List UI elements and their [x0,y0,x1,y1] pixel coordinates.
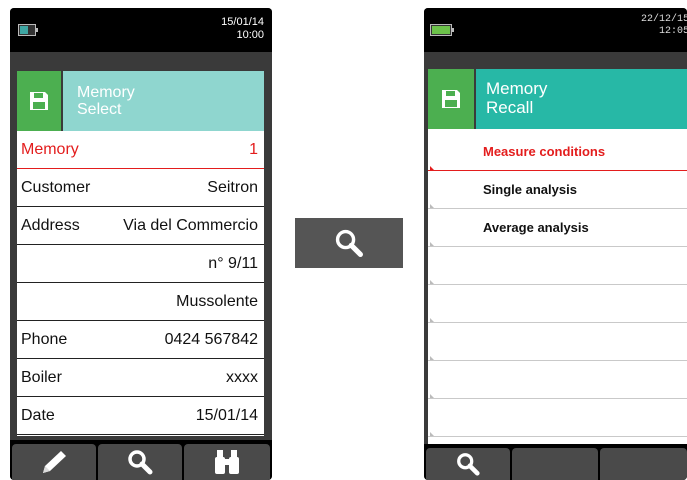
menu-item-single-analysis[interactable]: Single analysis [428,171,687,209]
field-memory[interactable]: Memory 1 [17,131,264,169]
footer-toolbar [424,444,687,480]
list-item-empty [428,361,687,399]
page-title: Memory Recall [476,69,687,129]
field-label: Phone [21,331,68,348]
field-value: Mussolente [176,293,258,310]
field-label: Memory [21,141,79,158]
field-value: 15/01/14 [195,407,258,424]
field-date[interactable]: Date 15/01/14 [17,397,264,435]
menu-item-label: Single analysis [483,182,577,197]
footer-button-empty[interactable] [600,448,687,480]
page-header: Memory Select [17,71,264,131]
datetime: 22/12/15 12:05 [640,14,687,37]
datetime: 15/01/14 10:00 [221,16,264,41]
edit-button[interactable] [12,444,96,480]
status-bar: 15/01/14 10:00 [10,8,272,52]
save-icon [17,71,61,131]
field-value: Seitron [207,179,258,196]
save-icon [428,69,474,129]
find-button[interactable] [184,444,270,480]
list-item-empty [428,285,687,323]
field-boiler[interactable]: Boiler xxxx [17,359,264,397]
menu-item-label: Average analysis [483,220,589,235]
field-phone[interactable]: Phone 0424 567842 [17,321,264,359]
field-value: 0424 567842 [164,331,258,348]
field-address[interactable]: Address Via del Commercio [17,207,264,245]
pencil-icon [43,451,66,473]
page-header: Memory Recall [428,69,687,129]
field-label: Date [21,407,55,424]
memory-recall-list: Measure conditions Single analysis Avera… [428,129,687,449]
memory-select-panel: Memory 1 Customer Seitron Address Via del C… [17,131,264,436]
field-label: Customer [21,179,91,196]
field-value: xxxx [226,369,258,386]
field-address-line3[interactable]: Mussolente [17,283,264,321]
search-icon [335,229,363,257]
field-label: Boiler [21,369,62,386]
field-value: 1 [249,141,258,158]
menu-item-label: Measure conditions [483,144,606,159]
field-label: Address [21,217,80,234]
battery-icon [18,24,38,36]
search-button[interactable] [295,218,403,268]
list-item-empty [428,247,687,285]
search-button[interactable] [426,448,510,480]
footer-button-empty[interactable] [512,448,598,480]
search-icon [128,450,153,475]
field-value: n° 9/11 [208,255,258,272]
field-customer[interactable]: Customer Seitron [17,169,264,207]
list-item-empty [428,323,687,361]
list-item-empty [428,399,687,437]
field-value: Via del Commercio [123,217,258,234]
menu-item-measure-conditions[interactable]: Measure conditions [428,133,687,171]
battery-icon [430,24,454,36]
status-bar: 22/12/15 12:05 [424,8,687,52]
search-icon [457,453,480,476]
left-device-screen: 15/01/14 10:00 Memory Select Memory 1 Cus… [10,8,272,480]
page-title: Memory Select [63,71,264,131]
binoculars-icon [215,450,239,474]
menu-item-average-analysis[interactable]: Average analysis [428,209,687,247]
right-device-screen: 22/12/15 12:05 Memory Recall Measure con… [424,8,687,480]
search-button[interactable] [98,444,182,480]
field-address-line2[interactable]: n° 9/11 [17,245,264,283]
footer-toolbar [10,440,272,480]
